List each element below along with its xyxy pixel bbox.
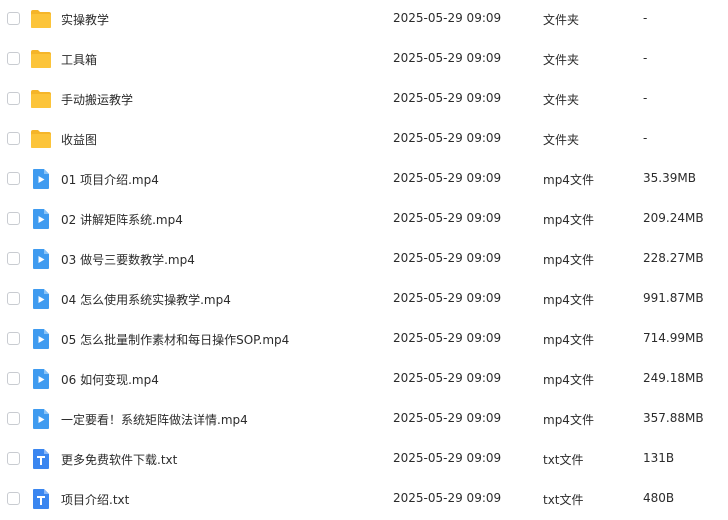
row-checkbox[interactable]	[7, 212, 20, 225]
file-date: 2025-05-29 09:09	[393, 491, 502, 505]
row-checkbox[interactable]	[7, 52, 20, 65]
file-date: 2025-05-29 09:09	[393, 371, 502, 385]
file-name[interactable]: 项目介绍.txt	[61, 491, 129, 508]
file-type: 文件夹	[543, 53, 580, 67]
folder-icon	[31, 88, 51, 110]
file-name[interactable]: 03 做号三要数教学.mp4	[61, 251, 195, 268]
file-name[interactable]: 实操教学	[61, 11, 109, 28]
file-name[interactable]: 收益图	[61, 131, 97, 148]
folder-icon	[31, 128, 51, 150]
text-file-icon	[31, 488, 51, 510]
file-date: 2025-05-29 09:09	[393, 211, 502, 225]
file-type: mp4文件	[543, 413, 594, 427]
file-date: 2025-05-29 09:09	[393, 331, 502, 345]
file-size: 249.18MB	[643, 371, 704, 385]
file-size: 480B	[643, 491, 675, 505]
file-size: -	[643, 131, 648, 145]
video-file-icon	[31, 168, 51, 190]
file-row[interactable]: 一定要看！系统矩阵做法详情.mp4 2025-05-29 09:09 mp4文件…	[0, 400, 728, 440]
row-checkbox[interactable]	[7, 332, 20, 345]
row-checkbox[interactable]	[7, 252, 20, 265]
file-list: 实操教学 2025-05-29 09:09 文件夹 - 工具箱 2025-05-…	[0, 0, 728, 520]
video-file-icon	[31, 208, 51, 230]
row-checkbox[interactable]	[7, 292, 20, 305]
row-checkbox[interactable]	[7, 412, 20, 425]
file-row[interactable]: 更多免费软件下载.txt 2025-05-29 09:09 txt文件 131B	[0, 440, 728, 480]
file-name[interactable]: 05 怎么批量制作素材和每日操作SOP.mp4	[61, 331, 289, 348]
file-date: 2025-05-29 09:09	[393, 131, 502, 145]
folder-icon	[31, 8, 51, 30]
file-name[interactable]: 一定要看！系统矩阵做法详情.mp4	[61, 411, 248, 428]
file-size: 131B	[643, 451, 675, 465]
file-size: 991.87MB	[643, 291, 704, 305]
file-type: mp4文件	[543, 373, 594, 387]
row-checkbox[interactable]	[7, 12, 20, 25]
file-row[interactable]: 手动搬运教学 2025-05-29 09:09 文件夹 -	[0, 80, 728, 120]
file-name[interactable]: 更多免费软件下载.txt	[61, 451, 177, 468]
file-row[interactable]: 04 怎么使用系统实操教学.mp4 2025-05-29 09:09 mp4文件…	[0, 280, 728, 320]
file-name[interactable]: 工具箱	[61, 51, 97, 68]
row-checkbox[interactable]	[7, 372, 20, 385]
video-file-icon	[31, 288, 51, 310]
file-size: -	[643, 51, 648, 65]
file-type: mp4文件	[543, 253, 594, 267]
file-size: 228.27MB	[643, 251, 704, 265]
file-row[interactable]: 03 做号三要数教学.mp4 2025-05-29 09:09 mp4文件 22…	[0, 240, 728, 280]
row-checkbox[interactable]	[7, 452, 20, 465]
file-type: txt文件	[543, 453, 584, 467]
file-date: 2025-05-29 09:09	[393, 251, 502, 265]
video-file-icon	[31, 248, 51, 270]
file-name[interactable]: 04 怎么使用系统实操教学.mp4	[61, 291, 231, 308]
file-type: mp4文件	[543, 173, 594, 187]
file-type: 文件夹	[543, 13, 580, 27]
file-date: 2025-05-29 09:09	[393, 411, 502, 425]
file-type: mp4文件	[543, 333, 594, 347]
file-type: mp4文件	[543, 213, 594, 227]
file-type: txt文件	[543, 493, 584, 507]
file-date: 2025-05-29 09:09	[393, 171, 502, 185]
video-file-icon	[31, 368, 51, 390]
file-date: 2025-05-29 09:09	[393, 91, 502, 105]
video-file-icon	[31, 408, 51, 430]
file-type: 文件夹	[543, 93, 580, 107]
file-date: 2025-05-29 09:09	[393, 451, 502, 465]
file-row[interactable]: 工具箱 2025-05-29 09:09 文件夹 -	[0, 40, 728, 80]
file-row[interactable]: 项目介绍.txt 2025-05-29 09:09 txt文件 480B	[0, 480, 728, 520]
file-row[interactable]: 02 讲解矩阵系统.mp4 2025-05-29 09:09 mp4文件 209…	[0, 200, 728, 240]
file-date: 2025-05-29 09:09	[393, 291, 502, 305]
file-size: 357.88MB	[643, 411, 704, 425]
file-row[interactable]: 01 项目介绍.mp4 2025-05-29 09:09 mp4文件 35.39…	[0, 160, 728, 200]
file-date: 2025-05-29 09:09	[393, 51, 502, 65]
file-name[interactable]: 06 如何变现.mp4	[61, 371, 159, 388]
file-row[interactable]: 实操教学 2025-05-29 09:09 文件夹 -	[0, 0, 728, 40]
file-size: 714.99MB	[643, 331, 704, 345]
file-name[interactable]: 02 讲解矩阵系统.mp4	[61, 211, 183, 228]
file-size: 35.39MB	[643, 171, 696, 185]
file-size: -	[643, 91, 648, 105]
row-checkbox[interactable]	[7, 92, 20, 105]
file-name[interactable]: 手动搬运教学	[61, 91, 133, 108]
row-checkbox[interactable]	[7, 132, 20, 145]
video-file-icon	[31, 328, 51, 350]
file-name[interactable]: 01 项目介绍.mp4	[61, 171, 159, 188]
text-file-icon	[31, 448, 51, 470]
file-date: 2025-05-29 09:09	[393, 11, 502, 25]
file-size: -	[643, 11, 648, 25]
folder-icon	[31, 48, 51, 70]
row-checkbox[interactable]	[7, 172, 20, 185]
file-type: mp4文件	[543, 293, 594, 307]
file-type: 文件夹	[543, 133, 580, 147]
file-row[interactable]: 05 怎么批量制作素材和每日操作SOP.mp4 2025-05-29 09:09…	[0, 320, 728, 360]
row-checkbox[interactable]	[7, 492, 20, 505]
file-row[interactable]: 06 如何变现.mp4 2025-05-29 09:09 mp4文件 249.1…	[0, 360, 728, 400]
file-row[interactable]: 收益图 2025-05-29 09:09 文件夹 -	[0, 120, 728, 160]
file-size: 209.24MB	[643, 211, 704, 225]
